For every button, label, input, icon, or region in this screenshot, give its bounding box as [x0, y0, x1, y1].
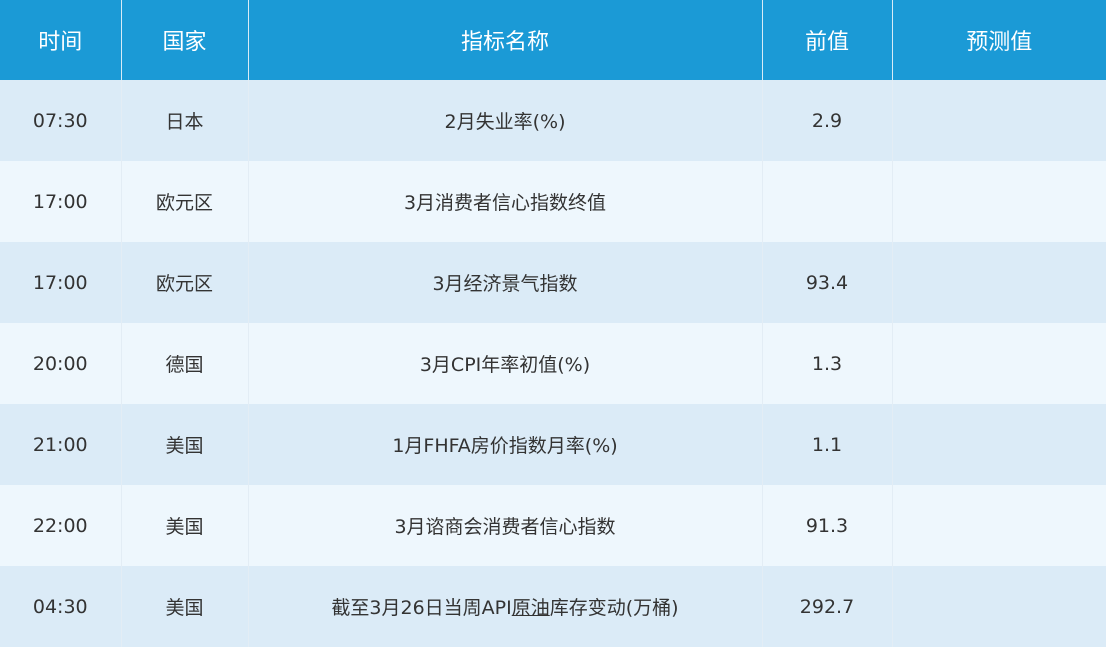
cell-indicator: 3月CPI年率初值(%) — [248, 323, 763, 404]
cell-previous: 2.9 — [762, 80, 893, 161]
column-header-country: 国家 — [121, 0, 249, 80]
column-header-forecast: 预测值 — [892, 0, 1106, 80]
cell-previous: 1.3 — [762, 323, 893, 404]
cell-country: 德国 — [121, 323, 249, 404]
cell-time: 17:00 — [0, 161, 122, 242]
cell-previous — [762, 161, 893, 242]
cell-time: 21:00 — [0, 404, 122, 485]
column-header-time: 时间 — [0, 0, 122, 80]
indicator-prefix: 截至3月26日当周API — [331, 597, 512, 619]
cell-time: 17:00 — [0, 242, 122, 323]
indicator-suffix: 库存变动(万桶) — [549, 597, 679, 619]
table-row: 07:30 日本 2月失业率(%) 2.9 — [0, 80, 1106, 161]
cell-forecast — [892, 404, 1106, 485]
cell-country: 美国 — [121, 404, 249, 485]
cell-time: 20:00 — [0, 323, 122, 404]
cell-time: 22:00 — [0, 485, 122, 566]
cell-indicator: 1月FHFA房价指数月率(%) — [248, 404, 763, 485]
cell-previous: 292.7 — [762, 566, 893, 647]
cell-previous: 93.4 — [762, 242, 893, 323]
table-row: 20:00 德国 3月CPI年率初值(%) 1.3 — [0, 323, 1106, 404]
cell-forecast — [892, 566, 1106, 647]
economic-calendar-table: 时间 国家 指标名称 前值 预测值 07:30 日本 2月失业率(%) 2.9 … — [0, 0, 1106, 647]
cell-indicator: 截至3月26日当周API原油库存变动(万桶) — [248, 566, 763, 647]
cell-country: 欧元区 — [121, 161, 249, 242]
cell-time: 04:30 — [0, 566, 122, 647]
cell-previous: 91.3 — [762, 485, 893, 566]
cell-forecast — [892, 323, 1106, 404]
column-header-previous: 前值 — [762, 0, 893, 80]
table-row: 17:00 欧元区 3月经济景气指数 93.4 — [0, 242, 1106, 323]
cell-country: 美国 — [121, 566, 249, 647]
cell-indicator: 2月失业率(%) — [248, 80, 763, 161]
cell-indicator: 3月经济景气指数 — [248, 242, 763, 323]
cell-indicator: 3月谘商会消费者信心指数 — [248, 485, 763, 566]
crude-oil-link[interactable]: 原油 — [512, 597, 550, 619]
table-row: 21:00 美国 1月FHFA房价指数月率(%) 1.1 — [0, 404, 1106, 485]
cell-forecast — [892, 485, 1106, 566]
cell-country: 欧元区 — [121, 242, 249, 323]
cell-indicator: 3月消费者信心指数终值 — [248, 161, 763, 242]
cell-time: 07:30 — [0, 80, 122, 161]
cell-forecast — [892, 80, 1106, 161]
column-header-indicator: 指标名称 — [248, 0, 763, 80]
table-row: 22:00 美国 3月谘商会消费者信心指数 91.3 — [0, 485, 1106, 566]
cell-country: 日本 — [121, 80, 249, 161]
table-row: 04:30 美国 截至3月26日当周API原油库存变动(万桶) 292.7 — [0, 566, 1106, 647]
table-row: 17:00 欧元区 3月消费者信心指数终值 — [0, 161, 1106, 242]
table-header-row: 时间 国家 指标名称 前值 预测值 — [0, 0, 1106, 80]
cell-previous: 1.1 — [762, 404, 893, 485]
cell-country: 美国 — [121, 485, 249, 566]
cell-forecast — [892, 161, 1106, 242]
cell-forecast — [892, 242, 1106, 323]
